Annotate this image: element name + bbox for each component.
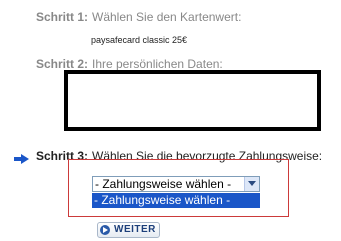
weiter-button[interactable]: WEITER <box>97 222 160 238</box>
weiter-button-label: WEITER <box>114 224 156 235</box>
right-arrow-icon <box>14 151 30 169</box>
payment-method-select[interactable]: - Zahlungsweise wählen - <box>92 176 260 192</box>
payment-method-selected: - Zahlungsweise wählen - <box>95 177 232 191</box>
selected-card-value: paysafecard classic 25€ <box>91 35 188 45</box>
play-circle-icon <box>100 225 110 235</box>
step-2-label: Schritt 2: <box>36 57 89 71</box>
step-1-text: Wählen Sie den Kartenwert: <box>92 10 242 24</box>
step-2-text: Ihre persönlichen Daten: <box>92 57 223 71</box>
step-1-label: Schritt 1: <box>36 10 89 24</box>
personal-data-box <box>64 70 321 131</box>
chevron-down-icon[interactable] <box>244 177 259 191</box>
payment-option[interactable]: - Zahlungsweise wählen - <box>92 193 260 208</box>
